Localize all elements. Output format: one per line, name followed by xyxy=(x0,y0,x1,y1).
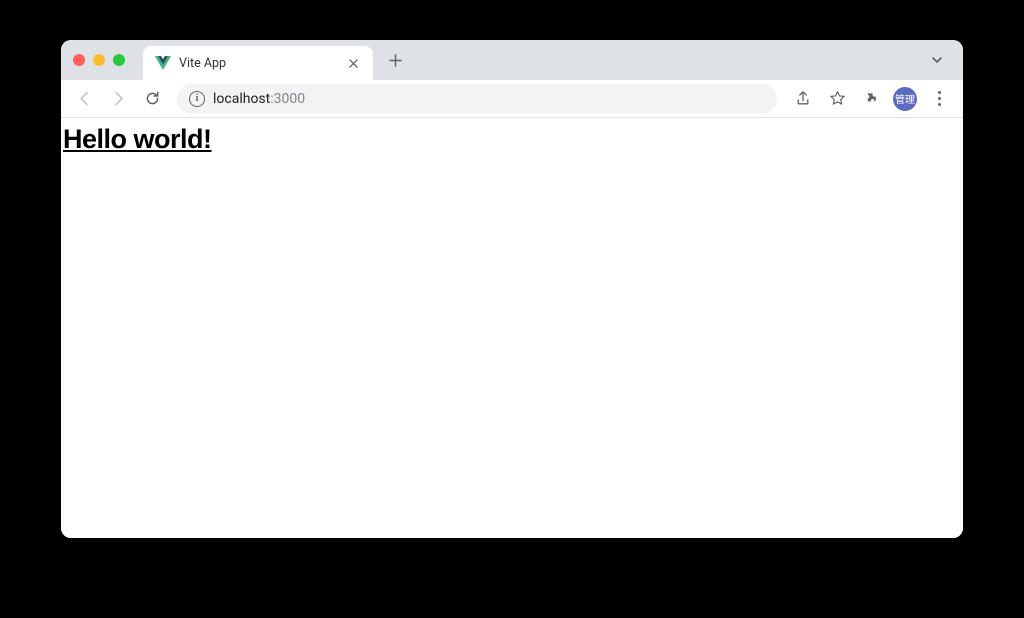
tab-title: Vite App xyxy=(179,56,337,71)
address-bar[interactable]: i localhost:3000 xyxy=(177,84,777,114)
profile-label: 管理 xyxy=(895,91,915,106)
page-content: Hello world! xyxy=(61,118,963,538)
tab-close-button[interactable] xyxy=(345,55,361,71)
bookmark-button[interactable] xyxy=(821,83,853,115)
toolbar: i localhost:3000 管理 xyxy=(61,80,963,118)
toolbar-right: 管理 xyxy=(787,83,955,115)
window-controls xyxy=(73,54,125,66)
share-button[interactable] xyxy=(787,83,819,115)
page-heading: Hello world! xyxy=(63,124,961,155)
reload-button[interactable] xyxy=(137,84,167,114)
tabs-dropdown-button[interactable] xyxy=(923,46,951,74)
active-tab[interactable]: Vite App xyxy=(143,46,373,80)
url-port: :3000 xyxy=(270,91,305,107)
back-button[interactable] xyxy=(69,84,99,114)
forward-button[interactable] xyxy=(103,84,133,114)
extensions-button[interactable] xyxy=(855,83,887,115)
new-tab-button[interactable] xyxy=(381,46,409,74)
tab-bar-right xyxy=(923,46,951,74)
kebab-icon xyxy=(938,91,941,106)
window-maximize-button[interactable] xyxy=(113,54,125,66)
browser-window: Vite App i localhost:3000 xyxy=(61,40,963,538)
menu-button[interactable] xyxy=(923,83,955,115)
url-host: localhost xyxy=(213,91,270,107)
window-close-button[interactable] xyxy=(73,54,85,66)
info-icon[interactable]: i xyxy=(189,91,205,107)
profile-button[interactable]: 管理 xyxy=(893,87,917,111)
url-text: localhost:3000 xyxy=(213,91,305,107)
tab-bar: Vite App xyxy=(61,40,963,80)
window-minimize-button[interactable] xyxy=(93,54,105,66)
vue-logo-icon xyxy=(155,55,171,71)
